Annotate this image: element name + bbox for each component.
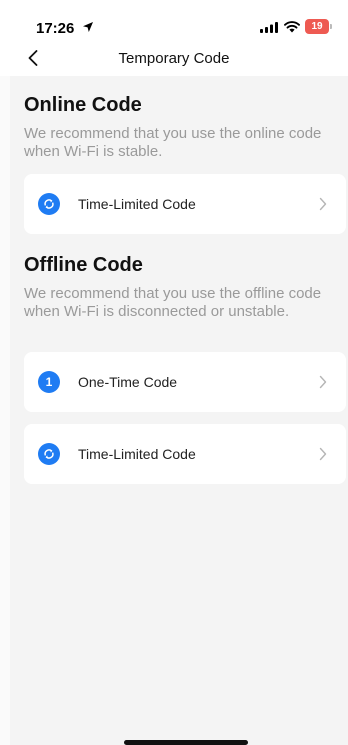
refresh-icon <box>38 443 60 465</box>
chevron-right-icon <box>319 197 327 211</box>
cellular-signal-icon <box>260 22 278 33</box>
offline-code-description: We recommend that you use the offline co… <box>24 285 322 320</box>
chevron-right-icon <box>319 447 327 461</box>
wifi-icon <box>284 21 300 33</box>
status-time: 17:26 <box>36 20 75 37</box>
offline-code-title: Offline Code <box>24 254 143 276</box>
chevron-right-icon <box>319 375 327 389</box>
refresh-icon <box>38 193 60 215</box>
battery-icon: 19 <box>305 19 333 34</box>
edge-background <box>0 76 10 745</box>
one-time-code-label: One-Time Code <box>78 374 178 390</box>
online-time-limited-code-item[interactable]: Time-Limited Code <box>24 174 346 234</box>
battery-tip <box>330 24 332 29</box>
navigation-bar: Temporary Code <box>0 40 348 76</box>
one-time-code-item[interactable]: 1 One-Time Code <box>24 352 346 412</box>
number-one-icon: 1 <box>38 371 60 393</box>
online-code-description: We recommend that you use the online cod… <box>24 125 322 160</box>
status-bar: 17:26 19 <box>0 0 348 44</box>
location-arrow-icon <box>83 22 93 32</box>
offline-time-limited-code-item[interactable]: Time-Limited Code <box>24 424 346 484</box>
offline-time-limited-code-label: Time-Limited Code <box>78 446 196 462</box>
home-indicator[interactable] <box>124 740 248 745</box>
page-title: Temporary Code <box>118 50 230 67</box>
main-content: Online Code We recommend that you use th… <box>10 76 348 745</box>
online-time-limited-code-label: Time-Limited Code <box>78 196 196 212</box>
online-code-title: Online Code <box>24 94 142 116</box>
battery-level: 19 <box>305 19 329 34</box>
